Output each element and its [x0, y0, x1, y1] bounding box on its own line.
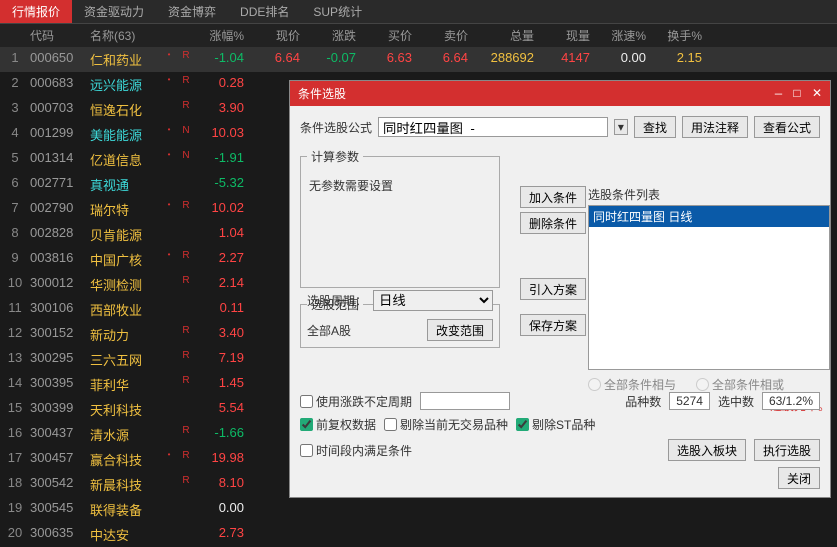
use-range-checkbox[interactable]: 使用涨跌不定周期: [300, 393, 412, 410]
maximize-icon[interactable]: □: [793, 87, 800, 101]
params-legend: 计算参数: [307, 148, 363, 165]
h-code: 代码: [30, 27, 90, 44]
change-scope-button[interactable]: 改变范围: [427, 319, 493, 341]
save-plan-button[interactable]: 保存方案: [520, 314, 586, 336]
range-input[interactable]: [420, 392, 510, 410]
grid-header: 代码 名称(63) 涨幅% 现价 涨跌 买价 卖价 总量 现量 涨速% 换手%: [0, 24, 837, 47]
formula-input[interactable]: [378, 117, 608, 137]
condition-list-label: 选股条件列表: [588, 186, 830, 203]
into-block-button[interactable]: 选股入板块: [668, 439, 746, 461]
exclude-st-checkbox[interactable]: 剔除ST品种: [516, 416, 595, 433]
h-name: 名称(63): [90, 27, 160, 44]
count-label: 品种数: [625, 393, 661, 410]
usage-button[interactable]: 用法注释: [682, 116, 748, 138]
h-buy: 买价: [362, 27, 418, 44]
minimize-icon[interactable]: —: [775, 87, 782, 101]
close-button[interactable]: 关闭: [778, 467, 820, 489]
condition-list-item[interactable]: 同时红四量图 日线: [589, 206, 829, 227]
tab-bar: 行情报价资金驱动力资金博弈DDE排名SUP统计: [0, 0, 837, 24]
h-sell: 卖价: [418, 27, 474, 44]
condition-list[interactable]: 同时红四量图 日线: [588, 205, 830, 370]
dialog-title-bar[interactable]: 条件选股 — □ ✕: [290, 81, 830, 106]
add-condition-button[interactable]: 加入条件: [520, 186, 586, 208]
h-spd: 涨速%: [596, 27, 652, 44]
dropdown-icon[interactable]: ▾: [614, 119, 628, 135]
dialog-title: 条件选股: [298, 85, 346, 102]
table-row[interactable]: 1000650仁和药业•R-1.046.64-0.076.636.6428869…: [0, 47, 837, 72]
import-plan-button[interactable]: 引入方案: [520, 278, 586, 300]
no-params-text: 无参数需要设置: [307, 171, 493, 200]
tab-4[interactable]: SUP统计: [301, 0, 374, 23]
execute-button[interactable]: 执行选股: [754, 439, 820, 461]
view-formula-button[interactable]: 查看公式: [754, 116, 820, 138]
params-fieldset: 计算参数 无参数需要设置 选股周期： 日线: [300, 148, 500, 288]
tab-2[interactable]: 资金博弈: [156, 0, 228, 23]
h-turn: 换手%: [652, 27, 708, 44]
period-select[interactable]: 日线: [373, 290, 493, 311]
pre-adjust-checkbox[interactable]: 前复权数据: [300, 416, 376, 433]
delete-condition-button[interactable]: 删除条件: [520, 212, 586, 234]
condition-stock-dialog: 条件选股 — □ ✕ 条件选股公式 ▾ 查找 用法注释 查看公式 计算参数 无参…: [289, 80, 831, 498]
find-button[interactable]: 查找: [634, 116, 676, 138]
formula-label: 条件选股公式: [300, 119, 372, 136]
selected-value: 63/1.2%: [762, 392, 820, 410]
table-row[interactable]: 19300545联得装备0.00: [0, 497, 837, 522]
scope-legend: 选股范围: [307, 296, 363, 313]
tab-1[interactable]: 资金驱动力: [72, 0, 156, 23]
exclude-nontrade-checkbox[interactable]: 剔除当前无交易品种: [384, 416, 508, 433]
h-cur: 现量: [540, 27, 596, 44]
scope-value: 全部A股: [307, 322, 351, 339]
table-row[interactable]: 20300635中达安2.73: [0, 522, 837, 547]
count-value: 5274: [669, 392, 710, 410]
selected-label: 选中数: [718, 393, 754, 410]
tab-0[interactable]: 行情报价: [0, 0, 72, 23]
close-icon[interactable]: ✕: [812, 87, 822, 101]
time-condition-checkbox[interactable]: 时间段内满足条件: [300, 442, 412, 459]
tab-3[interactable]: DDE排名: [228, 0, 301, 23]
h-chg: 涨跌: [306, 27, 362, 44]
h-vol: 总量: [474, 27, 540, 44]
h-price: 现价: [250, 27, 306, 44]
h-pct: 涨幅%: [194, 27, 250, 44]
